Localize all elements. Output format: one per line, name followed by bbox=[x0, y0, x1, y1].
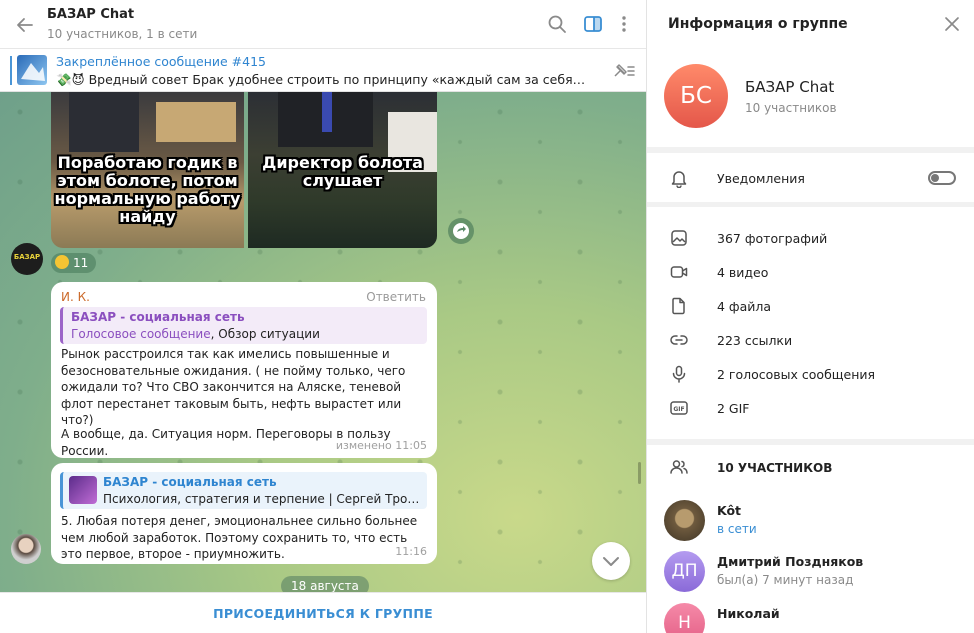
group-info-header: Информация о группе БС БАЗАР Chat 10 уча… bbox=[647, 0, 974, 147]
sidebar-toggle-icon[interactable] bbox=[582, 13, 604, 35]
member-avatar bbox=[664, 500, 705, 541]
message-bubble[interactable]: И. К. Ответить БАЗАР - социальная сеть Г… bbox=[51, 282, 437, 458]
video-icon bbox=[670, 266, 688, 278]
pinned-thumbnail bbox=[17, 55, 47, 85]
meme-photo-right[interactable]: Директор болота слушает bbox=[248, 92, 437, 248]
gif-icon: GIF bbox=[670, 401, 688, 415]
chevron-down-icon bbox=[603, 557, 619, 566]
chat-subtitle: 10 участников, 1 в сети bbox=[47, 27, 198, 41]
join-bar: ПРИСОЕДИНИТЬСЯ К ГРУППЕ bbox=[0, 592, 646, 633]
message-time: 11:16 bbox=[395, 545, 427, 558]
more-options-icon[interactable] bbox=[613, 13, 635, 35]
forward-icon bbox=[453, 223, 469, 239]
quote-text: Психология, стратегия и терпение | Серге… bbox=[103, 492, 425, 506]
link-icon bbox=[670, 335, 688, 345]
media-label: 2 голосовых сообщения bbox=[717, 367, 876, 382]
member-avatar: Н bbox=[664, 603, 705, 633]
group-info-panel: Информация о группе БС БАЗАР Chat 10 уча… bbox=[646, 0, 974, 633]
member-name: Kôt bbox=[717, 503, 742, 518]
quote-voice-label: Голосовое сообщение bbox=[71, 327, 211, 341]
back-arrow-icon[interactable] bbox=[14, 14, 36, 36]
sender-avatar-bazar[interactable]: БАЗАР bbox=[11, 243, 43, 275]
media-row-files[interactable]: 4 файла bbox=[647, 289, 974, 323]
scroll-down-button[interactable] bbox=[592, 542, 630, 580]
info-title: Информация о группе bbox=[668, 16, 848, 32]
meme-caption-left: Поработаю годик в этом болоте, потом нор… bbox=[54, 153, 241, 226]
members-header: 10 УЧАСТНИКОВ bbox=[717, 461, 833, 475]
search-icon[interactable] bbox=[546, 13, 568, 35]
shared-media-list: 367 фотографий 4 видео 4 файла 223 ссылк… bbox=[647, 207, 974, 439]
media-row-gif[interactable]: GIF 2 GIF bbox=[647, 391, 974, 425]
quote-author: БАЗАР - социальная сеть bbox=[103, 475, 277, 489]
pinned-indicator bbox=[10, 56, 12, 85]
members-section: 10 УЧАСТНИКОВ Kôt в сети ДП Дмитрий Позд… bbox=[647, 445, 974, 633]
media-label: 367 фотографий bbox=[717, 231, 828, 246]
meme-caption-right: Директор болота слушает bbox=[262, 153, 423, 190]
reaction-badge[interactable]: 11 bbox=[51, 253, 97, 273]
message-time: изменено 11:05 bbox=[335, 439, 427, 452]
laughing-emoji-icon bbox=[55, 255, 69, 269]
forward-button[interactable] bbox=[448, 218, 474, 244]
reply-quote[interactable]: БАЗАР - социальная сеть Психология, стра… bbox=[60, 472, 427, 509]
chat-panel: БАЗАР Chat 10 участников, 1 в сети Закре… bbox=[0, 0, 646, 633]
group-name: БАЗАР Chat bbox=[745, 78, 835, 96]
member-name: Дмитрий Поздняков bbox=[717, 554, 864, 569]
notifications-row[interactable]: Уведомления bbox=[647, 153, 974, 202]
message-list[interactable]: Поработаю годик в этом болоте, потом нор… bbox=[0, 92, 646, 592]
quote-thumbnail bbox=[69, 476, 97, 504]
member-row[interactable]: ДП Дмитрий Поздняков был(а) 7 минут наза… bbox=[647, 551, 974, 601]
notifications-label: Уведомления bbox=[717, 171, 805, 186]
date-separator: 18 августа bbox=[281, 576, 369, 592]
reaction-count: 11 bbox=[73, 256, 89, 270]
bell-icon bbox=[671, 171, 687, 188]
pinned-message-bar[interactable]: Закреплённое сообщение #415 💸😈 Вредный с… bbox=[0, 49, 646, 92]
member-row[interactable]: Н Николай bbox=[647, 603, 974, 633]
notifications-toggle[interactable] bbox=[928, 171, 956, 185]
quote-text: Голосовое сообщение, Обзор ситуации bbox=[71, 327, 320, 341]
close-icon[interactable] bbox=[943, 15, 961, 33]
message-bubble[interactable]: БАЗАР - социальная сеть Психология, стра… bbox=[51, 463, 437, 564]
media-label: 4 видео bbox=[717, 265, 769, 280]
media-label: 2 GIF bbox=[717, 401, 750, 416]
chat-header: БАЗАР Chat 10 участников, 1 в сети bbox=[0, 0, 646, 49]
meme-photo-left[interactable]: Поработаю годик в этом болоте, потом нор… bbox=[51, 92, 244, 248]
file-icon bbox=[672, 297, 685, 315]
bazar-avatar-text: БАЗАР bbox=[13, 253, 41, 261]
members-icon bbox=[670, 460, 688, 474]
group-avatar[interactable]: БС bbox=[664, 64, 728, 128]
quote-author: БАЗАР - социальная сеть bbox=[71, 310, 245, 324]
media-label: 4 файла bbox=[717, 299, 772, 314]
member-avatar: ДП bbox=[664, 551, 705, 592]
media-row-videos[interactable]: 4 видео bbox=[647, 255, 974, 289]
reply-button[interactable]: Ответить bbox=[366, 290, 426, 304]
message-text: 5. Любая потеря денег, эмоциональнее сил… bbox=[61, 514, 418, 561]
mic-icon bbox=[672, 365, 686, 383]
member-row[interactable]: Kôt в сети bbox=[647, 500, 974, 550]
pinned-list-icon[interactable] bbox=[612, 61, 636, 81]
group-member-count: 10 участников bbox=[745, 101, 837, 115]
quote-rest: , Обзор ситуации bbox=[210, 327, 320, 341]
media-row-photos[interactable]: 367 фотографий bbox=[647, 221, 974, 255]
chat-title[interactable]: БАЗАР Chat bbox=[47, 7, 134, 22]
scrollbar-thumb[interactable] bbox=[638, 462, 641, 484]
reply-quote[interactable]: БАЗАР - социальная сеть Голосовое сообще… bbox=[60, 307, 427, 344]
sender-avatar[interactable] bbox=[11, 534, 41, 564]
media-row-voice[interactable]: 2 голосовых сообщения bbox=[647, 357, 974, 391]
message-text: Рынок расстроился так как имелись повыше… bbox=[61, 347, 406, 427]
message-author[interactable]: И. К. bbox=[61, 290, 90, 304]
member-name: Николай bbox=[717, 606, 780, 621]
pinned-text: 💸😈 Вредный совет Брак удобнее строить по… bbox=[56, 72, 591, 87]
media-row-links[interactable]: 223 ссылки bbox=[647, 323, 974, 357]
photo-icon bbox=[671, 230, 687, 246]
svg-text:GIF: GIF bbox=[673, 406, 684, 413]
member-status: был(а) 7 минут назад bbox=[717, 573, 854, 587]
media-label: 223 ссылки bbox=[717, 333, 793, 348]
join-group-button[interactable]: ПРИСОЕДИНИТЬСЯ К ГРУППЕ bbox=[0, 593, 646, 633]
pinned-title: Закреплённое сообщение #415 bbox=[56, 54, 266, 69]
member-status: в сети bbox=[717, 522, 757, 536]
